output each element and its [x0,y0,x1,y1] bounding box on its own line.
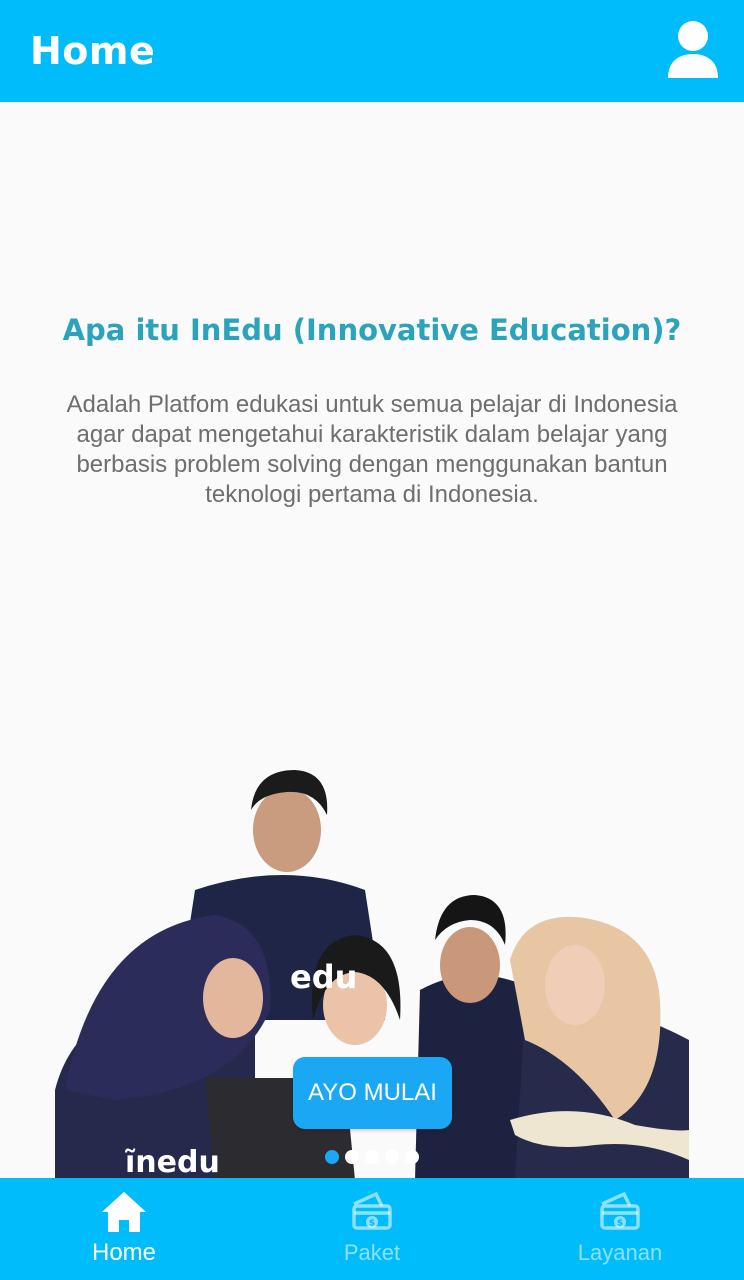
carousel-dot[interactable] [325,1150,339,1164]
payment-card-icon: $ [348,1188,396,1236]
nav-label-layanan: Layanan [577,1240,663,1265]
bottom-navigation: Home $ Paket $ Layanan [0,1178,744,1280]
app-screen: Home Apa itu InEdu (Innovative Education… [0,0,744,1280]
intro-description: Adalah Platfom edukasi untuk semua pelaj… [66,391,678,508]
carousel-indicator [325,1150,419,1164]
carousel-dot[interactable] [365,1150,379,1164]
nav-item-paket[interactable]: $ Paket [248,1178,496,1280]
payment-card-icon: $ [596,1188,644,1236]
carousel-dot[interactable] [345,1150,359,1164]
home-icon [100,1188,148,1236]
intro-heading: Apa itu InEdu (Innovative Education)? [62,313,682,347]
svg-text:$: $ [617,1219,623,1229]
carousel-dot[interactable] [385,1150,399,1164]
nav-item-layanan[interactable]: $ Layanan [496,1178,744,1280]
nav-item-home[interactable]: Home [0,1178,248,1280]
page-title: Home [30,29,156,73]
profile-button[interactable] [666,18,720,82]
svg-text:edu: edu [290,958,357,996]
nav-label-home: Home [91,1239,157,1266]
start-button[interactable]: AYO MULAI [293,1057,452,1129]
nav-label-paket: Paket [343,1240,401,1265]
app-bar: Home [0,0,744,102]
person-icon [668,21,718,78]
carousel-dot[interactable] [405,1150,419,1164]
svg-text:$: $ [369,1219,375,1229]
svg-text:ĩnedu: ĩnedu [125,1145,220,1180]
